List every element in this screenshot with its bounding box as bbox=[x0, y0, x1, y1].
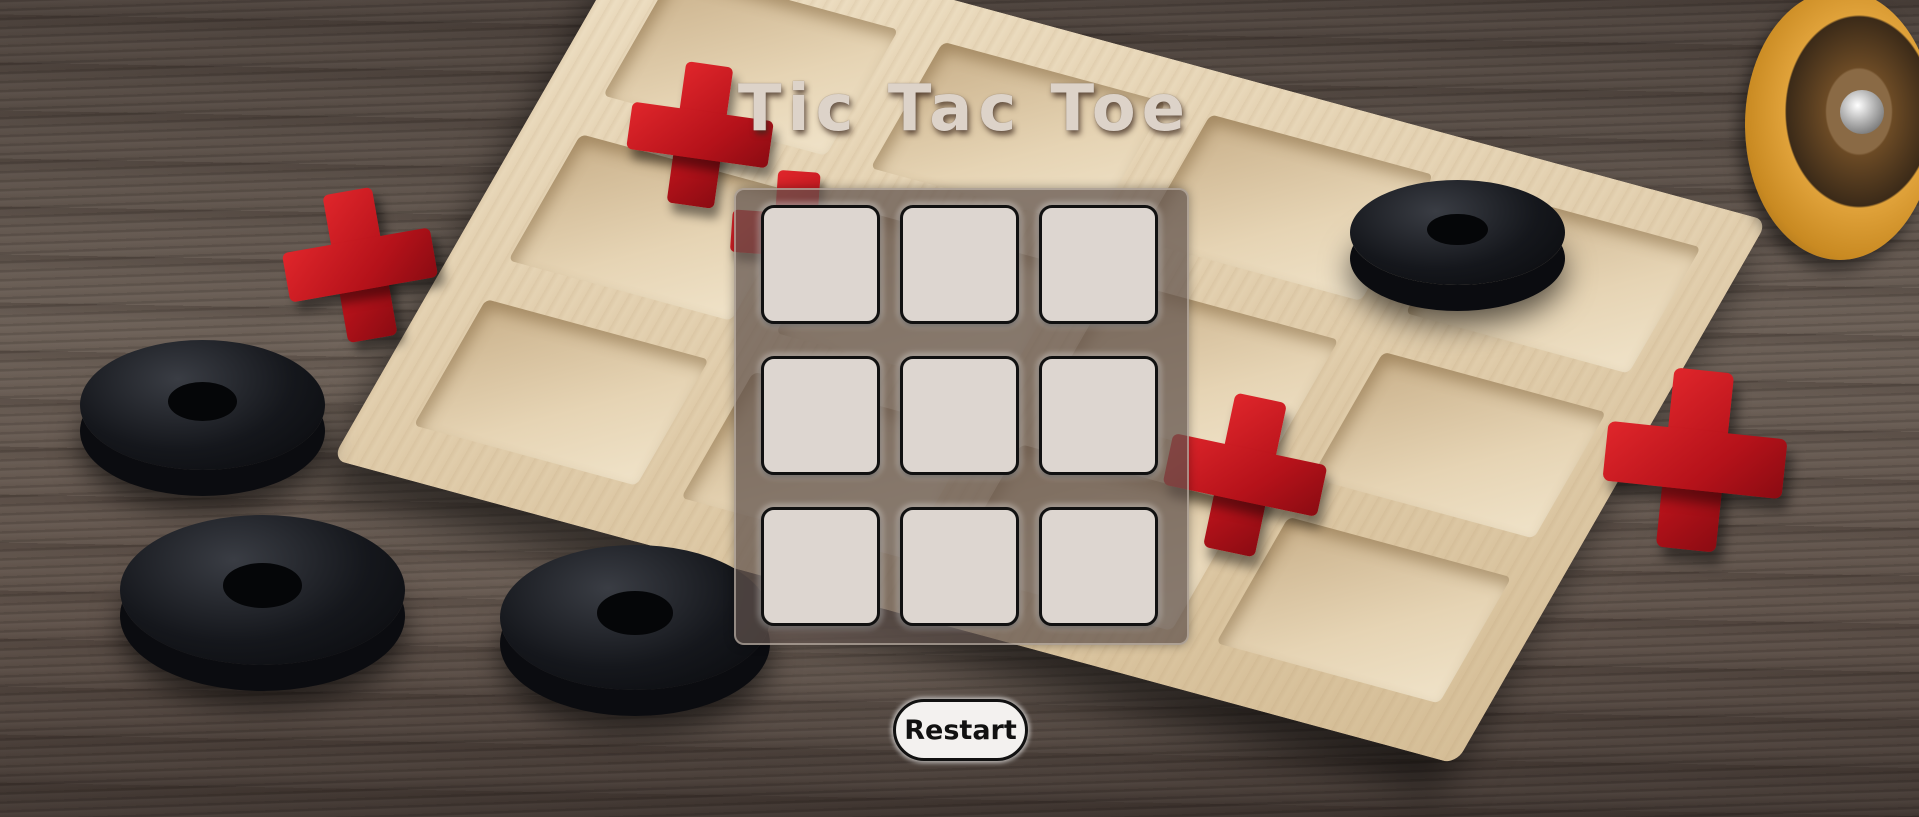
restart-button[interactable]: Restart bbox=[893, 699, 1028, 761]
board-cell-1[interactable] bbox=[761, 205, 880, 324]
board-cell-4[interactable] bbox=[761, 356, 880, 475]
black-o-piece bbox=[1350, 180, 1565, 285]
board-cell-3[interactable] bbox=[1039, 205, 1158, 324]
board-cell-5[interactable] bbox=[900, 356, 1019, 475]
board-cell-2[interactable] bbox=[900, 205, 1019, 324]
game-board bbox=[734, 188, 1189, 645]
board-grid bbox=[761, 205, 1167, 626]
board-cell-6[interactable] bbox=[1039, 356, 1158, 475]
black-o-piece bbox=[120, 515, 405, 665]
board-cell-7[interactable] bbox=[761, 507, 880, 626]
black-o-piece bbox=[500, 545, 770, 690]
page-title: Tic Tac Toe bbox=[737, 72, 1192, 146]
board-cell-9[interactable] bbox=[1039, 507, 1158, 626]
board-cell-8[interactable] bbox=[900, 507, 1019, 626]
black-o-piece bbox=[80, 340, 325, 470]
wooden-board-slot bbox=[1310, 351, 1607, 539]
red-x-piece bbox=[1596, 361, 1794, 559]
wooden-board-slot bbox=[413, 299, 709, 486]
red-x-piece bbox=[273, 178, 447, 352]
